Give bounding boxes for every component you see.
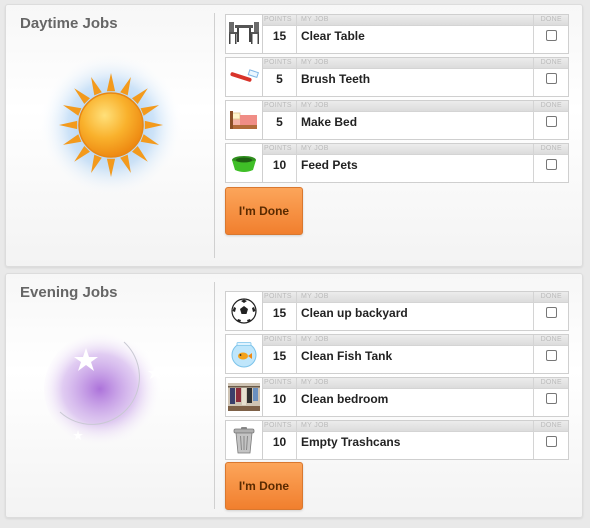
done-column-header: DONE [540, 422, 562, 429]
my-job-column-header: MY JOB [301, 59, 329, 66]
job-points: 15 [272, 306, 287, 320]
job-name: Feed Pets [301, 158, 358, 172]
job-points: 15 [272, 349, 287, 363]
job-name: Clean bedroom [301, 392, 389, 406]
my-job-column-header: MY JOB [301, 16, 329, 23]
evening-jobs-title: Evening Jobs [20, 284, 118, 301]
done-column-header: DONE [540, 379, 562, 386]
done-checkbox[interactable] [546, 116, 557, 127]
points-column-header: POINTS [264, 336, 292, 343]
done-column-header: DONE [540, 145, 562, 152]
job-name: Empty Trashcans [301, 435, 401, 449]
panel-divider [214, 282, 215, 509]
daytime-jobs-panel: Daytime Jobs POINTS MY JOB DONE 15 Clear Tab… [5, 4, 583, 267]
my-job-column-header: MY JOB [301, 145, 329, 152]
fish-bowl-icon [226, 335, 263, 373]
points-column-header: POINTS [264, 379, 292, 386]
job-row-brush-teeth: POINTS MY JOB DONE 5 Brush Teeth [225, 57, 569, 97]
my-job-column-header: MY JOB [301, 422, 329, 429]
job-points: 5 [276, 115, 283, 129]
job-points: 15 [272, 29, 287, 43]
job-row-clean-bedroom: POINTS MY JOB DONE 10 Clean bedroom [225, 377, 569, 417]
job-row-clear-table: POINTS MY JOB DONE 15 Clear Table [225, 14, 569, 54]
my-job-column-header: MY JOB [301, 293, 329, 300]
job-name: Make Bed [301, 115, 358, 129]
job-row-feed-pets: POINTS MY JOB DONE 10 Feed Pets [225, 143, 569, 183]
job-points: 10 [272, 392, 287, 406]
job-name: Brush Teeth [301, 72, 371, 86]
my-job-column-header: MY JOB [301, 379, 329, 386]
job-row-make-bed: POINTS MY JOB DONE 5 Make Bed [225, 100, 569, 140]
sun-icon [36, 50, 186, 200]
job-points: 10 [272, 435, 287, 449]
job-name: Clean up backyard [301, 306, 408, 320]
job-row-clean-up-backyard: POINTS MY JOB DONE 15 Clean up backyard [225, 291, 569, 331]
my-job-column-header: MY JOB [301, 102, 329, 109]
done-checkbox[interactable] [546, 159, 557, 170]
daytime-im-done-button[interactable]: I'm Done [225, 187, 303, 235]
points-column-header: POINTS [264, 102, 292, 109]
table-chairs-icon [226, 15, 263, 53]
done-checkbox[interactable] [546, 307, 557, 318]
points-column-header: POINTS [264, 293, 292, 300]
moon-icon [38, 324, 178, 454]
points-column-header: POINTS [264, 145, 292, 152]
done-checkbox[interactable] [546, 436, 557, 447]
job-row-clean-fish-tank: POINTS MY JOB DONE 15 Clean Fish Tank [225, 334, 569, 374]
toothbrush-icon [226, 58, 263, 96]
job-points: 5 [276, 72, 283, 86]
done-checkbox[interactable] [546, 30, 557, 41]
closet-icon [226, 378, 263, 416]
done-column-header: DONE [540, 59, 562, 66]
daytime-jobs-title: Daytime Jobs [20, 15, 118, 32]
done-checkbox[interactable] [546, 350, 557, 361]
job-points: 10 [272, 158, 287, 172]
points-column-header: POINTS [264, 16, 292, 23]
job-row-empty-trashcans: POINTS MY JOB DONE 10 Empty Trashcans [225, 420, 569, 460]
evening-im-done-button[interactable]: I'm Done [225, 462, 303, 510]
bed-icon [226, 101, 263, 139]
done-column-header: DONE [540, 102, 562, 109]
trashcan-icon [226, 421, 263, 459]
done-column-header: DONE [540, 16, 562, 23]
done-checkbox[interactable] [546, 393, 557, 404]
points-column-header: POINTS [264, 59, 292, 66]
done-column-header: DONE [540, 293, 562, 300]
soccer-ball-icon [226, 292, 263, 330]
panel-divider [214, 13, 215, 258]
job-name: Clean Fish Tank [301, 349, 393, 363]
job-name: Clear Table [301, 29, 365, 43]
done-checkbox[interactable] [546, 73, 557, 84]
pet-bowl-icon [226, 144, 263, 182]
my-job-column-header: MY JOB [301, 336, 329, 343]
evening-jobs-panel: Evening Jobs POINTS MY JOB DONE 15 Clean up [5, 273, 583, 518]
points-column-header: POINTS [264, 422, 292, 429]
done-column-header: DONE [540, 336, 562, 343]
